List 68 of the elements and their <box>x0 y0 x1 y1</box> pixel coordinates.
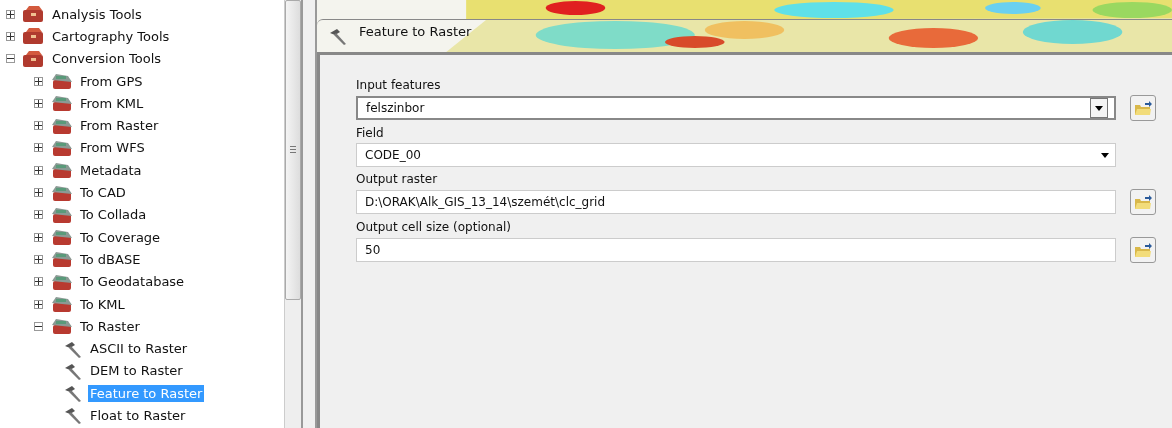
toolset-icon <box>50 295 74 313</box>
toolset-icon <box>50 161 74 180</box>
tree-item[interactable]: To Geodatabase <box>78 273 187 291</box>
toolset-icon <box>50 272 74 291</box>
dropdown-button[interactable] <box>1090 98 1108 118</box>
toolset-icon <box>50 94 74 113</box>
tree-item[interactable]: From KML <box>78 94 146 112</box>
field-label: Field <box>356 126 385 140</box>
expand-icon[interactable] <box>6 31 15 41</box>
tree-item[interactable]: Conversion Tools <box>50 50 164 68</box>
browse-button[interactable] <box>1130 189 1156 215</box>
toolset-icon <box>50 72 74 91</box>
expand-icon[interactable] <box>34 121 43 131</box>
toolbox-icon <box>22 5 46 24</box>
expand-icon[interactable] <box>34 254 43 264</box>
caret-icon[interactable] <box>1101 152 1109 158</box>
browse-button[interactable] <box>1130 95 1156 121</box>
toolset-icon <box>50 205 74 224</box>
dialog-title: Feature to Raster <box>359 23 472 39</box>
field-label: Output raster <box>356 172 439 186</box>
collapse-icon[interactable] <box>6 54 15 64</box>
expand-icon[interactable] <box>34 188 43 197</box>
tree-item[interactable]: From Raster <box>78 117 161 135</box>
expand-icon[interactable] <box>34 143 43 153</box>
expand-icon[interactable] <box>34 76 43 86</box>
tree-item[interactable]: ASCII to Raster <box>88 340 190 358</box>
expand-icon[interactable] <box>34 210 43 220</box>
folder-icon <box>1134 242 1152 258</box>
toolset-icon <box>50 250 74 269</box>
tree-item[interactable]: To Collada <box>78 206 149 224</box>
dropdown-field[interactable]: CODE_00 <box>356 143 1116 167</box>
expand-icon[interactable] <box>34 165 43 175</box>
grip-icon <box>290 146 296 154</box>
expand-icon[interactable] <box>34 277 43 287</box>
toolset-icon <box>50 138 74 157</box>
expand-icon[interactable] <box>34 232 43 242</box>
input-field[interactable]: 50 <box>356 238 1116 262</box>
collapse-icon[interactable] <box>34 321 43 331</box>
tree-item[interactable]: Float to Raster <box>88 407 188 424</box>
toolset-icon <box>50 183 74 202</box>
toolset-icon <box>50 116 74 135</box>
scrollbar-thumb[interactable] <box>285 0 301 300</box>
input-field[interactable]: D:\ORAK\Alk_GIS_13_14\szemét\clc_grid <box>356 190 1116 214</box>
toolset-icon <box>50 228 74 247</box>
tree-item[interactable]: From GPS <box>78 72 145 90</box>
toolbox-icon <box>22 49 46 68</box>
caret-icon <box>1095 105 1103 111</box>
tree-item[interactable]: To dBASE <box>78 250 143 268</box>
tree-item[interactable]: To CAD <box>78 184 128 201</box>
toolbox-icon <box>22 27 46 46</box>
expand-icon[interactable] <box>34 98 43 108</box>
tree-item[interactable]: Analysis Tools <box>50 5 144 23</box>
toolset-icon <box>50 317 74 336</box>
dropdown-field[interactable]: felszinbor <box>356 96 1116 120</box>
tree-item[interactable]: To KML <box>78 295 127 313</box>
folder-icon <box>1134 194 1152 210</box>
expand-icon[interactable] <box>34 299 43 309</box>
tree-item[interactable]: To Coverage <box>78 228 163 246</box>
tree-item[interactable]: From WFS <box>78 139 147 157</box>
tree-item[interactable]: DEM to Raster <box>88 362 185 380</box>
tree-item[interactable]: Cartography Tools <box>50 27 172 45</box>
field-label: Output cell size (optional) <box>356 220 513 234</box>
tree-item[interactable]: To Raster <box>78 317 142 335</box>
browse-button[interactable] <box>1130 237 1156 263</box>
expand-icon[interactable] <box>6 9 15 19</box>
field-label: Input features <box>356 78 442 92</box>
tree-item[interactable]: Metadata <box>78 161 144 179</box>
folder-icon <box>1134 100 1152 116</box>
